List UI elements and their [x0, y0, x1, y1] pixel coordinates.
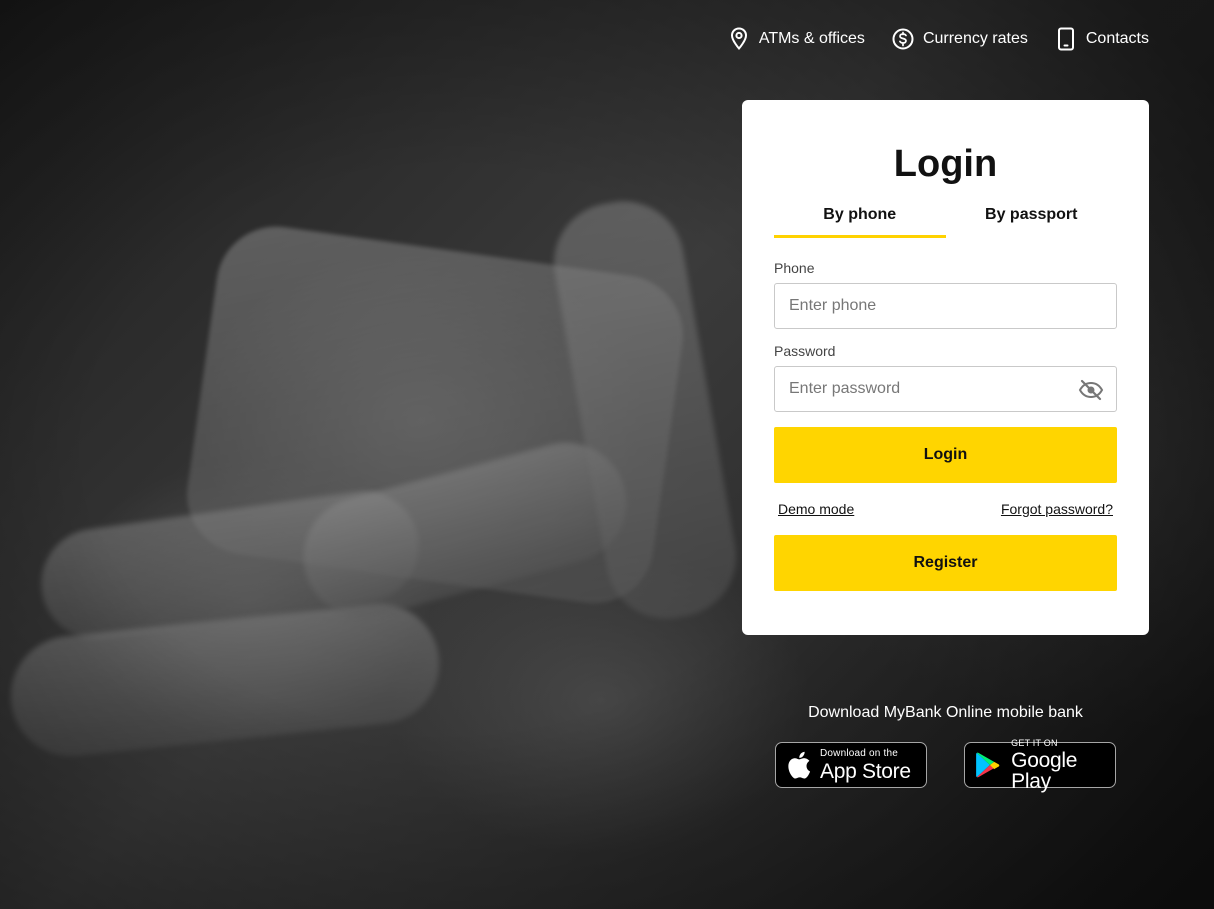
password-field-wrapper	[774, 366, 1117, 412]
demo-mode-link[interactable]: Demo mode	[778, 501, 854, 519]
login-card: Login By phone By passport Phone Passwor…	[742, 100, 1149, 635]
phone-label: Phone	[774, 260, 815, 276]
login-button[interactable]: Login	[774, 427, 1117, 483]
app-store-small-text: Download on the	[820, 747, 899, 759]
eye-off-icon[interactable]	[1078, 378, 1104, 402]
app-store-big-text: App Store	[820, 759, 911, 783]
store-badges: Download on the App Store GET IT ON Goog…	[775, 738, 1116, 792]
dollar-circle-icon	[892, 28, 914, 50]
password-input[interactable]	[775, 367, 1116, 411]
google-play-small-text: GET IT ON	[1011, 737, 1058, 748]
phone-icon	[1057, 27, 1074, 51]
nav-currency-rates[interactable]: Currency rates	[891, 26, 1028, 52]
google-play-text: GET IT ON Google Play	[1011, 737, 1115, 793]
login-links: Demo mode Forgot password?	[774, 501, 1117, 519]
register-button[interactable]: Register	[774, 535, 1117, 591]
google-play-icon	[976, 752, 1000, 778]
tab-by-passport[interactable]: By passport	[946, 206, 1118, 238]
nav-contacts-label: Contacts	[1085, 30, 1149, 47]
nav-currency-label: Currency rates	[922, 30, 1028, 47]
password-label: Password	[774, 343, 836, 359]
google-play-big-text: Google Play	[1011, 748, 1078, 793]
google-play-badge[interactable]: GET IT ON Google Play	[964, 738, 1116, 792]
forgot-password-link[interactable]: Forgot password?	[1001, 501, 1113, 519]
app-store-text: Download on the App Store	[820, 747, 911, 783]
apple-icon	[788, 751, 811, 779]
nav-atms-label: ATMs & offices	[758, 30, 865, 47]
download-text: Download MyBank Online mobile bank	[808, 704, 1083, 721]
app-store-badge[interactable]: Download on the App Store	[775, 742, 927, 788]
nav-atms-offices[interactable]: ATMs & offices	[727, 26, 865, 52]
location-pin-icon	[730, 27, 747, 51]
phone-field-wrapper	[774, 283, 1117, 329]
top-nav: ATMs & offices Currency rates Contacts	[727, 26, 1149, 52]
page-title: Login	[893, 143, 998, 185]
tab-by-phone[interactable]: By phone	[774, 206, 946, 238]
phone-input[interactable]	[775, 284, 1116, 328]
login-tabs: By phone By passport	[774, 206, 1117, 238]
nav-contacts[interactable]: Contacts	[1054, 26, 1149, 52]
